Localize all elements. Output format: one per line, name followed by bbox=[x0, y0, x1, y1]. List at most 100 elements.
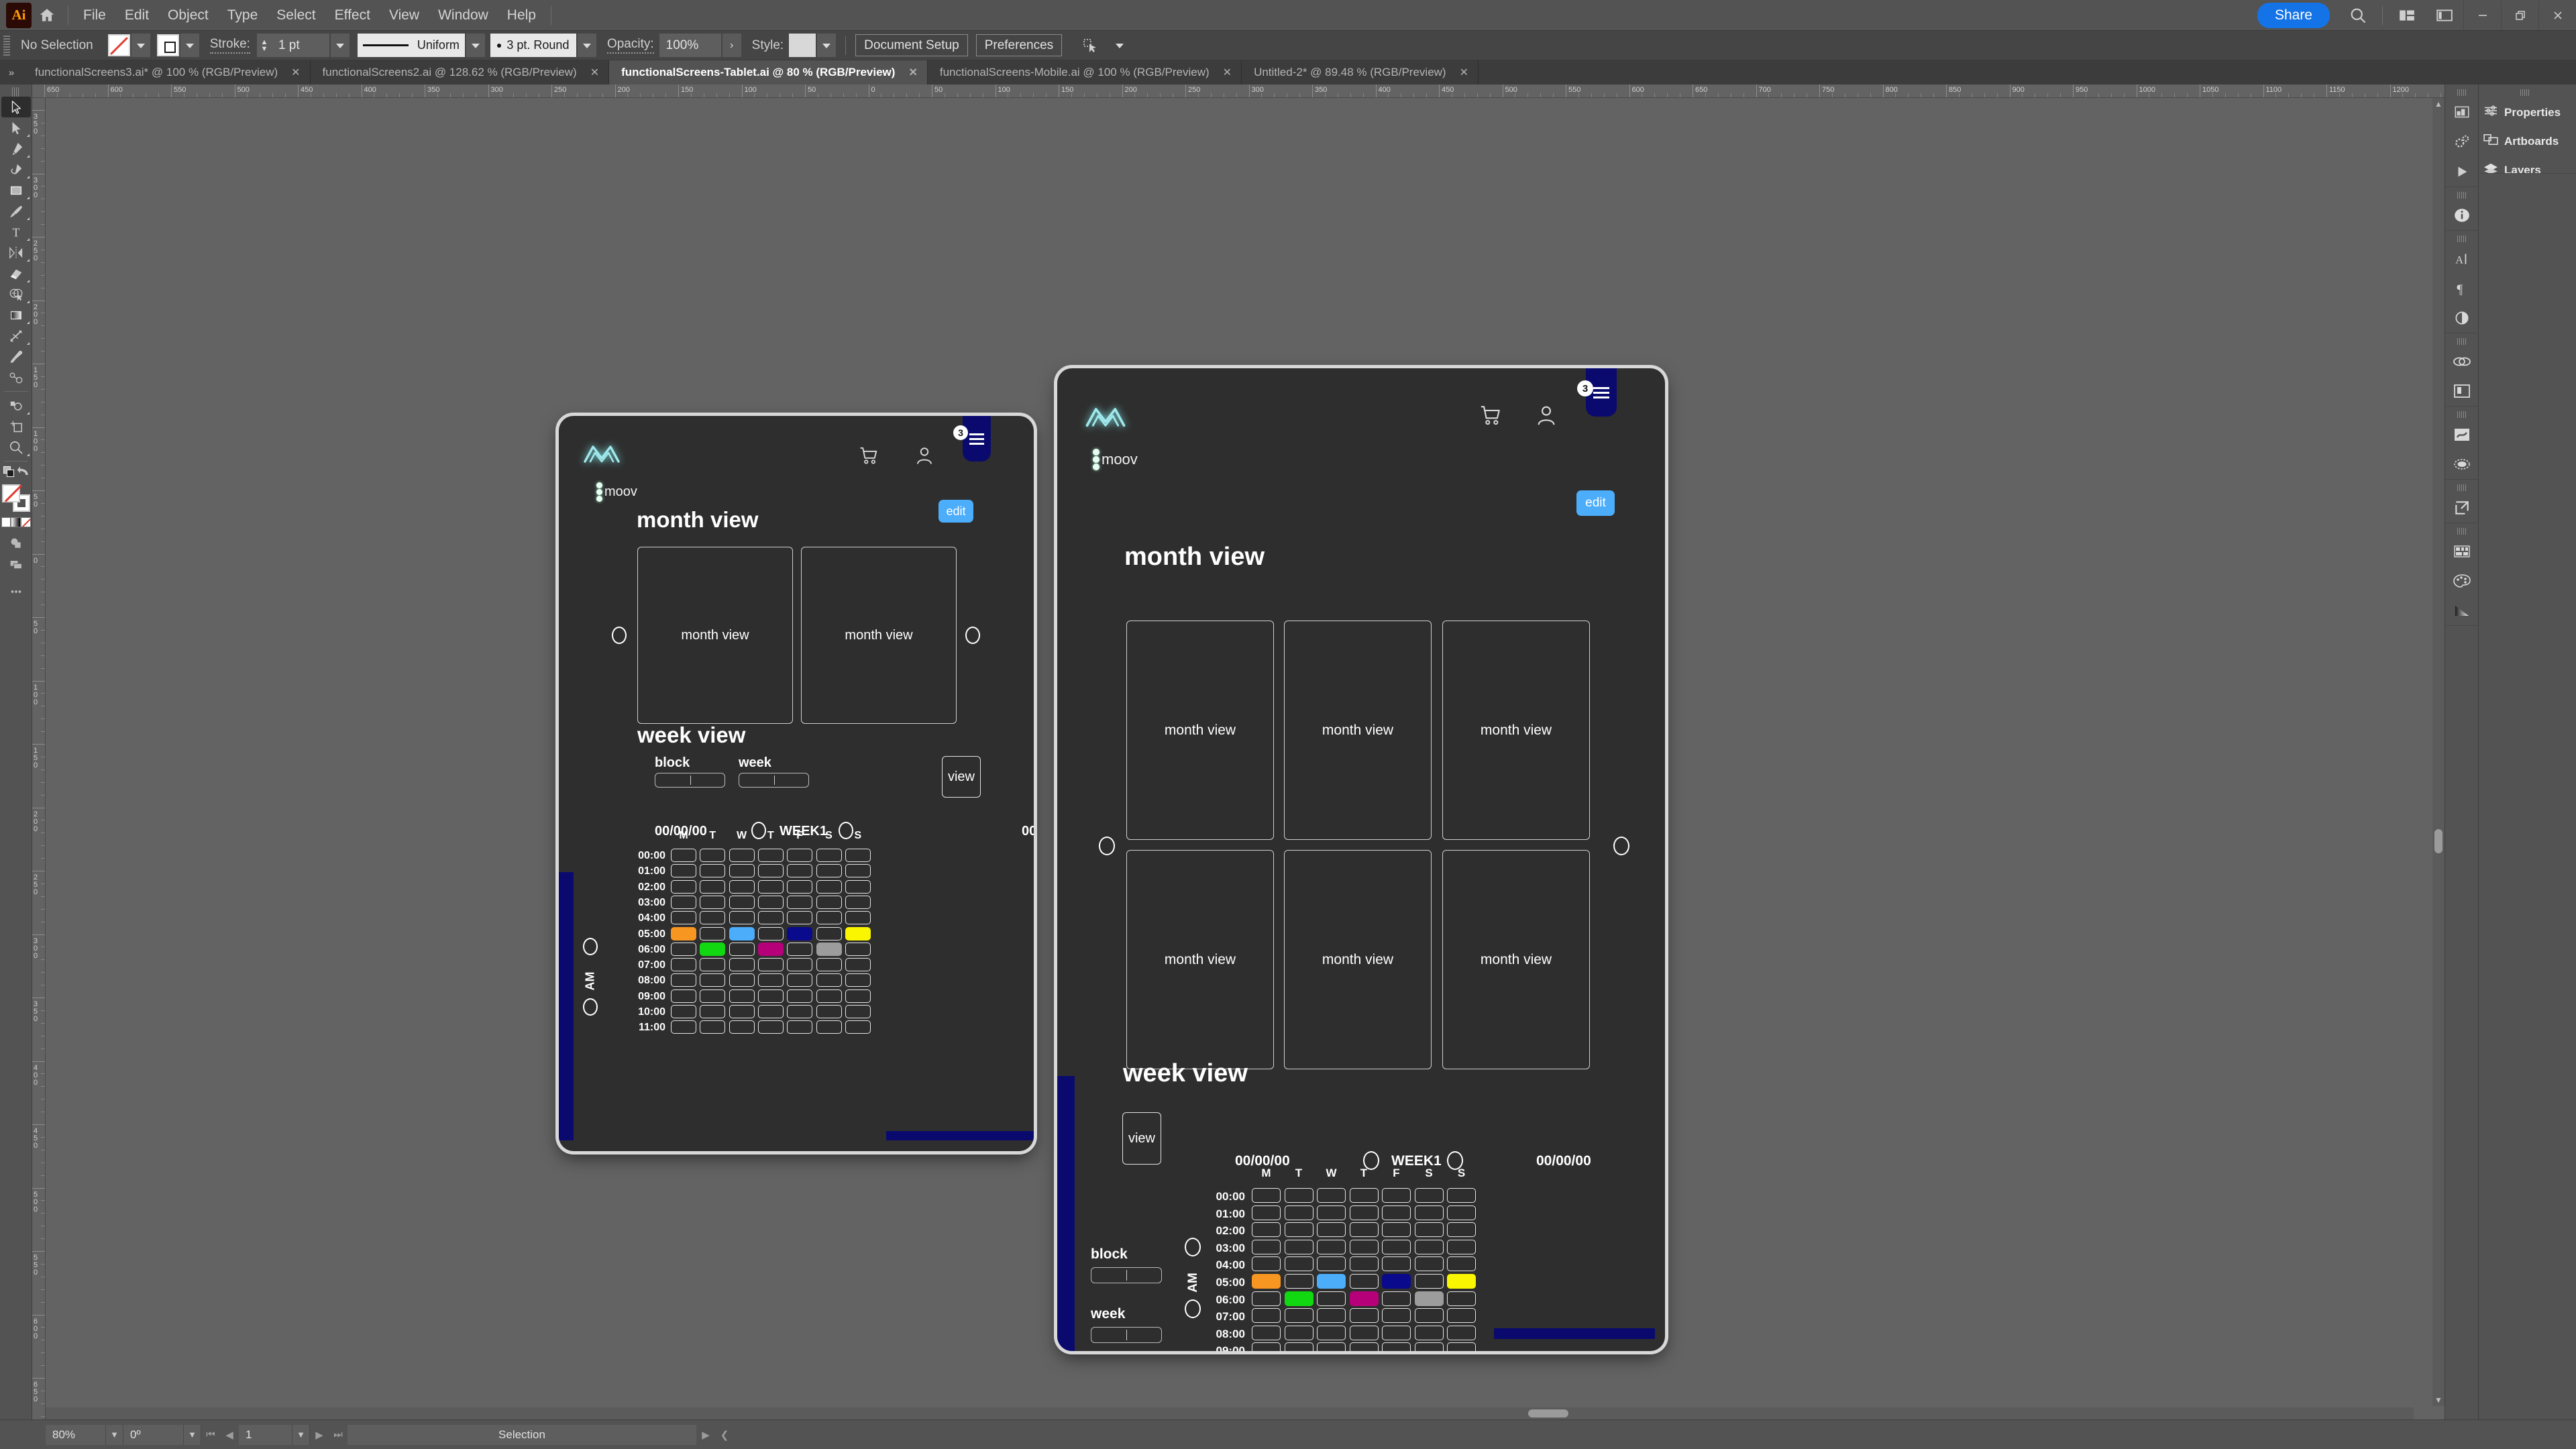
schedule-cell[interactable] bbox=[787, 864, 813, 878]
pen-tool[interactable] bbox=[1, 138, 31, 159]
panel-grip[interactable] bbox=[2520, 89, 2530, 96]
canvas-vertical-scrollbar[interactable]: ▲ ▼ bbox=[2432, 98, 2445, 1406]
menu-type[interactable]: Type bbox=[218, 0, 268, 30]
schedule-cell[interactable] bbox=[1317, 1342, 1346, 1351]
opacity-flyout[interactable]: › bbox=[722, 34, 741, 57]
schedule-cell[interactable] bbox=[671, 973, 696, 987]
schedule-cell[interactable] bbox=[1414, 1205, 1444, 1220]
document-setup-button[interactable]: Document Setup bbox=[855, 34, 968, 56]
stroke-profile-value[interactable]: Uniform bbox=[357, 34, 465, 57]
draw-mode-icon[interactable] bbox=[1, 533, 31, 553]
schedule-cell[interactable] bbox=[845, 911, 871, 925]
panel-tab-artboards[interactable]: Artboards bbox=[2479, 127, 2576, 156]
asset-export-icon[interactable] bbox=[2447, 493, 2477, 523]
schedule-cell-filled[interactable] bbox=[1447, 1274, 1476, 1289]
gradient-icon[interactable] bbox=[2447, 596, 2477, 625]
schedule-cell[interactable] bbox=[787, 849, 813, 862]
month-card-2[interactable]: month view bbox=[1442, 621, 1590, 840]
schedule-cell[interactable] bbox=[845, 1020, 871, 1034]
share-button[interactable]: Share bbox=[2257, 2, 2330, 28]
schedule-cell[interactable] bbox=[757, 989, 784, 1003]
view-button[interactable]: view bbox=[942, 756, 981, 798]
close-button[interactable] bbox=[2538, 0, 2576, 30]
schedule-cell[interactable] bbox=[700, 849, 726, 862]
info-icon[interactable] bbox=[2447, 201, 2477, 230]
workspace-switcher-icon[interactable] bbox=[2431, 2, 2458, 29]
month-prev-circle[interactable] bbox=[1099, 837, 1115, 855]
zoom-level-value[interactable]: 80% bbox=[46, 1424, 106, 1445]
schedule-cell[interactable] bbox=[757, 926, 784, 941]
rail-grip-5[interactable] bbox=[2457, 411, 2467, 418]
schedule-cell[interactable] bbox=[1252, 1308, 1281, 1324]
close-icon[interactable]: ✕ bbox=[908, 66, 917, 79]
schedule-cell[interactable] bbox=[729, 989, 755, 1003]
schedule-cell[interactable] bbox=[787, 879, 813, 894]
horizontal-scroll-thumb[interactable] bbox=[1528, 1409, 1568, 1417]
schedule-cell[interactable] bbox=[1382, 1291, 1411, 1306]
zoom-tool[interactable] bbox=[1, 437, 31, 458]
schedule-cell-filled[interactable] bbox=[671, 926, 696, 941]
menu-edit[interactable]: Edit bbox=[115, 0, 158, 30]
rail-grip-2[interactable] bbox=[2457, 192, 2467, 199]
schedule-cell[interactable] bbox=[1252, 1325, 1281, 1340]
preferences-button[interactable]: Preferences bbox=[975, 34, 1063, 56]
document-tab-2[interactable]: functionalScreens-Tablet.ai @ 80 % (RGB/… bbox=[609, 60, 928, 85]
schedule-cell[interactable] bbox=[671, 895, 696, 909]
schedule-cell[interactable] bbox=[787, 1020, 813, 1034]
close-icon[interactable]: ✕ bbox=[1223, 66, 1232, 79]
schedule-cell[interactable] bbox=[700, 911, 726, 925]
schedule-cell[interactable] bbox=[845, 973, 871, 987]
paintbrush-tool[interactable] bbox=[1, 201, 31, 221]
schedule-cell[interactable] bbox=[1414, 1239, 1444, 1254]
schedule-cell[interactable] bbox=[757, 864, 784, 878]
menu-select[interactable]: Select bbox=[267, 0, 325, 30]
menu-view[interactable]: View bbox=[380, 0, 429, 30]
schedule-cell[interactable] bbox=[1284, 1274, 1313, 1289]
home-icon[interactable] bbox=[32, 0, 62, 30]
tablet-screen-mockup[interactable]: 3 moov edit month view month view month … bbox=[1057, 368, 1665, 1351]
schedule-cell[interactable] bbox=[1447, 1342, 1476, 1351]
transparency-icon[interactable] bbox=[2447, 303, 2477, 333]
schedule-cell[interactable] bbox=[787, 989, 813, 1003]
month-card-1[interactable]: month view bbox=[801, 547, 957, 724]
schedule-cell[interactable] bbox=[729, 958, 755, 972]
selection-tool[interactable] bbox=[1, 97, 31, 117]
zoom-level-caret[interactable]: ▼ bbox=[106, 1424, 123, 1445]
schedule-cell[interactable] bbox=[1317, 1188, 1346, 1203]
schedule-cell[interactable] bbox=[816, 958, 842, 972]
schedule-cell[interactable] bbox=[1414, 1222, 1444, 1238]
schedule-cell[interactable] bbox=[1447, 1222, 1476, 1238]
schedule-cell-filled[interactable] bbox=[816, 942, 842, 956]
menu-help[interactable]: Help bbox=[498, 0, 545, 30]
schedule-cell[interactable] bbox=[729, 973, 755, 987]
schedule-cell[interactable] bbox=[787, 942, 813, 956]
schedule-cell[interactable] bbox=[845, 895, 871, 909]
rail-grip-3[interactable] bbox=[2457, 235, 2467, 242]
vertical-scroll-thumb[interactable] bbox=[2434, 829, 2443, 853]
schedule-cell[interactable] bbox=[787, 973, 813, 987]
menu-file[interactable]: File bbox=[74, 0, 115, 30]
schedule-cell-filled[interactable] bbox=[1382, 1274, 1411, 1289]
tabs-overflow-icon[interactable]: » bbox=[0, 60, 23, 85]
schedule-cell[interactable] bbox=[1447, 1325, 1476, 1340]
schedule-cell[interactable] bbox=[1414, 1188, 1444, 1203]
horizontal-ruler[interactable]: 650 600 550 500 450 400 350 300 250 200 150 100 50 0 5… bbox=[32, 85, 2461, 98]
rail-grip-4[interactable] bbox=[2457, 338, 2467, 345]
schedule-cell[interactable] bbox=[729, 864, 755, 878]
schedule-cell[interactable] bbox=[700, 895, 726, 909]
schedule-cell[interactable] bbox=[757, 879, 784, 894]
rotation-caret[interactable]: ▼ bbox=[184, 1424, 201, 1445]
schedule-cell[interactable] bbox=[671, 958, 696, 972]
gradient-tool[interactable] bbox=[1, 305, 31, 325]
mobile-screen-mockup[interactable]: 3 moov edit month view month view month … bbox=[559, 416, 1034, 1151]
none-swatch-icon[interactable] bbox=[20, 517, 31, 527]
schedule-cell[interactable] bbox=[729, 942, 755, 956]
moov-m-logo[interactable] bbox=[1083, 402, 1128, 431]
schedule-cell-filled[interactable] bbox=[1284, 1291, 1313, 1306]
fill-and-stroke-indicator[interactable] bbox=[1, 484, 31, 515]
curvature-tool[interactable] bbox=[1, 159, 31, 180]
menu-effect[interactable]: Effect bbox=[325, 0, 380, 30]
schedule-cell[interactable] bbox=[787, 895, 813, 909]
schedule-cell[interactable] bbox=[1252, 1239, 1281, 1254]
prev-artboard-icon[interactable]: ◀ bbox=[220, 1425, 239, 1445]
